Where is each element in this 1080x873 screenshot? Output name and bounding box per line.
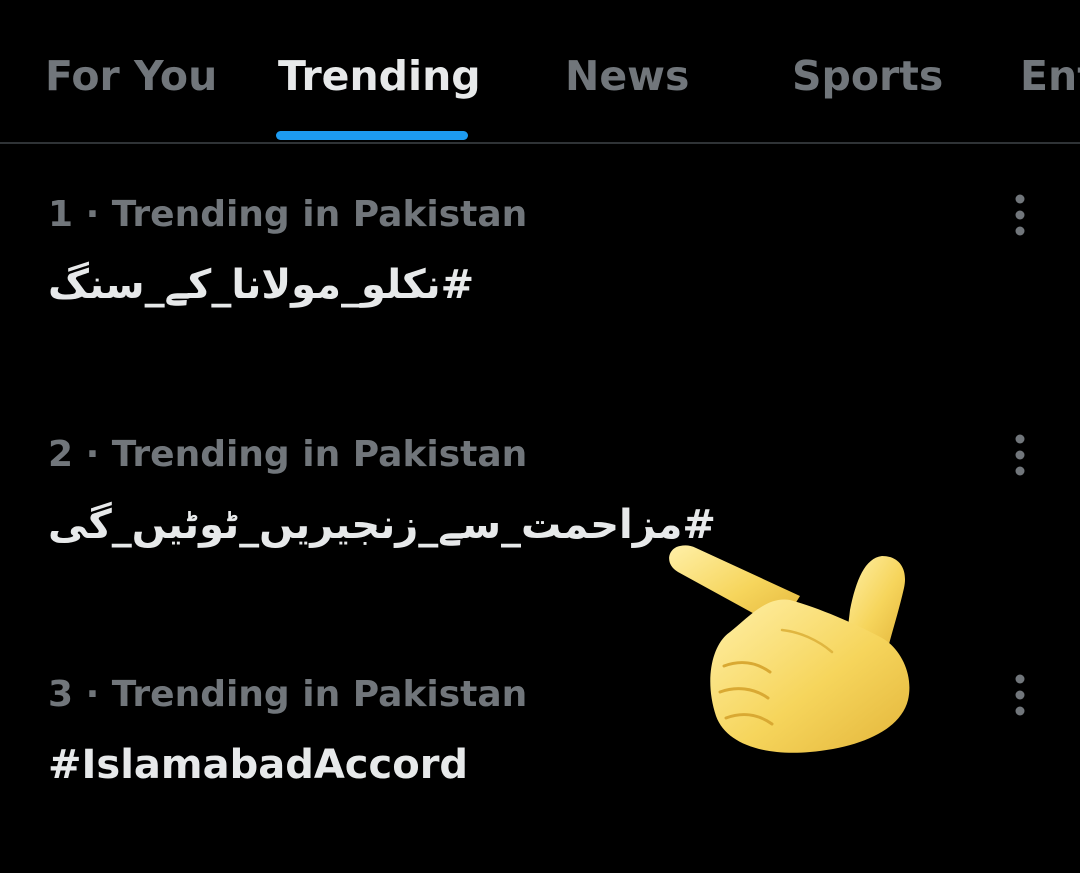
vertical-ellipsis-icon[interactable]	[1006, 433, 1034, 477]
trend-hashtag: #مزاحمت_سے_زنجیریں_ٹوٹیں_گی	[48, 502, 716, 548]
vertical-ellipsis-icon[interactable]	[1006, 193, 1034, 237]
vertical-ellipsis-icon[interactable]	[1006, 673, 1034, 717]
tab-entertainment[interactable]: Ent	[1020, 50, 1080, 102]
trend-context: 3 · Trending in Pakistan	[48, 674, 528, 715]
tab-bar: For You Trending News Sports Ent	[0, 0, 1080, 144]
pointing-hand-icon	[669, 545, 910, 753]
tab-news[interactable]: News	[565, 50, 689, 102]
tab-for-you[interactable]: For You	[45, 50, 217, 102]
tab-trending[interactable]: Trending	[278, 50, 481, 102]
tab-sports[interactable]: Sports	[792, 50, 943, 102]
trend-hashtag: #IslamabadAccord	[48, 742, 469, 788]
trend-context: 2 · Trending in Pakistan	[48, 434, 528, 475]
trend-context: 1 · Trending in Pakistan	[48, 194, 528, 235]
trend-item[interactable]: 1 · Trending in Pakistan #نکلو_مولانا_کے…	[0, 193, 1080, 393]
trend-hashtag: #نکلو_مولانا_کے_سنگ	[48, 262, 475, 308]
active-tab-indicator	[276, 131, 468, 140]
